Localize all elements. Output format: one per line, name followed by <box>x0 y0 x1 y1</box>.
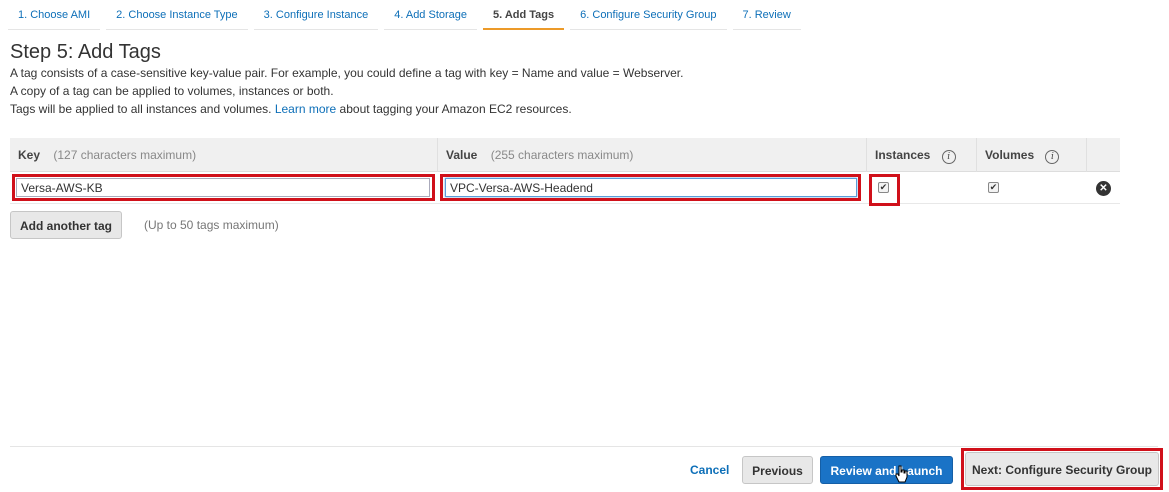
hand-pointer-cursor-icon <box>895 465 908 483</box>
volumes-column-header: Volumes i <box>976 138 1086 172</box>
footer-divider <box>10 446 1158 447</box>
next-configure-security-group-button[interactable]: Next: Configure Security Group <box>965 452 1159 486</box>
value-header-label: Value <box>446 148 478 162</box>
step-choose-instance-type[interactable]: 2. Choose Instance Type <box>106 0 248 30</box>
value-column-header: Value (255 characters maximum) <box>437 138 866 172</box>
tag-key-input[interactable] <box>16 178 430 197</box>
volumes-checkbox[interactable]: ✔ <box>988 182 999 193</box>
instances-header-label: Instances <box>875 148 931 162</box>
step-choose-ami[interactable]: 1. Choose AMI <box>8 0 101 30</box>
info-icon[interactable]: i <box>941 150 956 164</box>
key-column-header: Key (127 characters maximum) <box>10 138 437 172</box>
tag-value-input[interactable] <box>445 178 857 197</box>
table-row: ✔ ✔ ✕ <box>10 172 1120 204</box>
remove-tag-icon[interactable]: ✕ <box>1096 181 1111 196</box>
step-add-tags[interactable]: 5. Add Tags <box>483 0 565 30</box>
description-line-3-suffix: about tagging your Amazon EC2 resources. <box>339 102 572 116</box>
step-review[interactable]: 7. Review <box>732 0 801 30</box>
description-line-3-text: Tags will be applied to all instances an… <box>10 102 272 116</box>
cancel-button[interactable]: Cancel <box>690 463 729 477</box>
instances-checkbox[interactable]: ✔ <box>878 182 889 193</box>
description-line-2: A copy of a tag can be applied to volume… <box>10 84 334 98</box>
description-line-3: Tags will be applied to all instances an… <box>10 102 572 116</box>
remove-column-header <box>1086 138 1120 172</box>
info-icon[interactable]: i <box>1045 150 1060 164</box>
step-add-storage[interactable]: 4. Add Storage <box>384 0 478 30</box>
previous-button[interactable]: Previous <box>742 456 813 484</box>
add-another-tag-button[interactable]: Add another tag <box>10 211 122 239</box>
key-header-label: Key <box>18 148 41 162</box>
wizard-steps: 1. Choose AMI 2. Choose Instance Type 3.… <box>8 0 807 30</box>
tags-table-header: Key (127 characters maximum) Value (255 … <box>10 138 1120 172</box>
step-configure-instance[interactable]: 3. Configure Instance <box>253 0 379 30</box>
review-and-launch-button[interactable]: Review and Launch <box>820 456 953 484</box>
key-header-hint: (127 characters maximum) <box>53 148 197 162</box>
description-line-1: A tag consists of a case-sensitive key-v… <box>10 66 684 80</box>
page-title: Step 5: Add Tags <box>10 41 161 63</box>
instances-column-header: Instances i <box>866 138 976 172</box>
value-header-hint: (255 characters maximum) <box>490 148 634 162</box>
learn-more-link[interactable]: Learn more <box>275 102 336 116</box>
tag-limit-note: (Up to 50 tags maximum) <box>144 218 279 232</box>
volumes-header-label: Volumes <box>985 148 1035 162</box>
step-configure-security-group[interactable]: 6. Configure Security Group <box>570 0 727 30</box>
